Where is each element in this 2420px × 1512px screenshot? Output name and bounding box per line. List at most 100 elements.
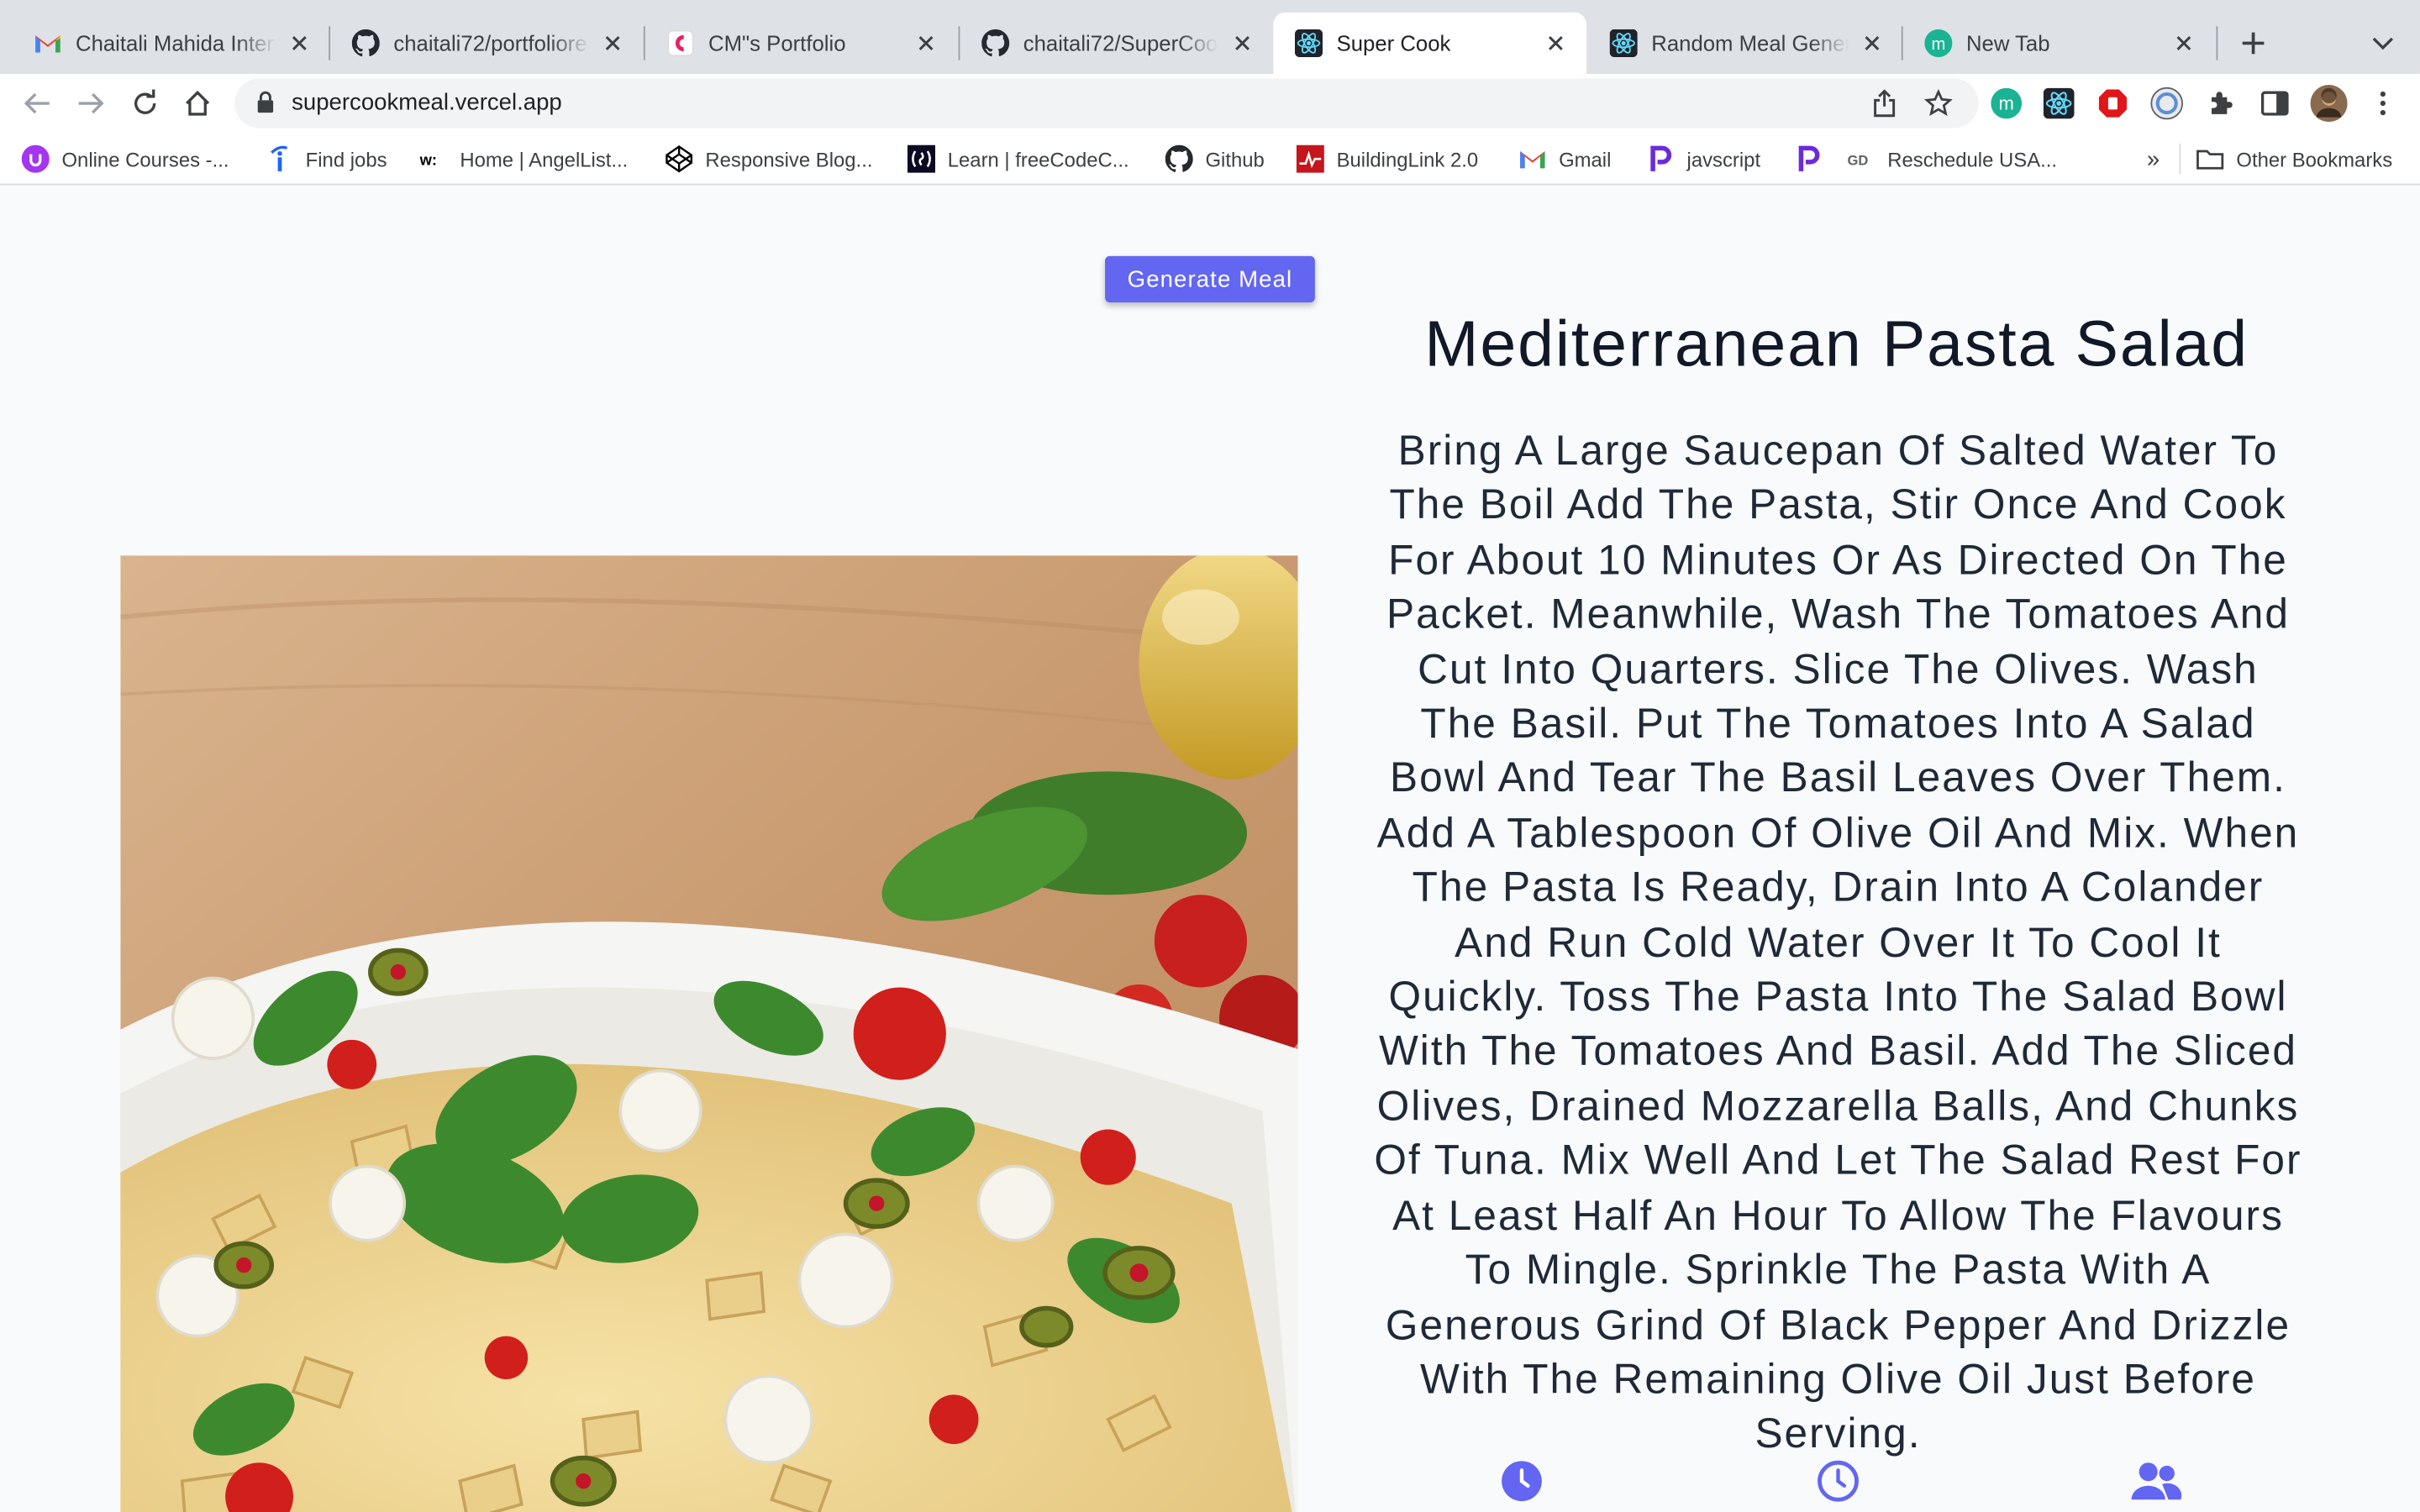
bookmarks-bar: Online Courses -... Find jobs w: Home | … bbox=[0, 132, 2420, 186]
extension-circle-icon[interactable] bbox=[2147, 83, 2187, 123]
reload-button[interactable] bbox=[124, 81, 166, 124]
react-icon bbox=[1609, 29, 1638, 57]
bookmark-label: Home | AngelList... bbox=[460, 147, 629, 171]
bookmark-online-courses[interactable]: Online Courses -... bbox=[21, 144, 229, 175]
bookmark-gmail[interactable]: Gmail bbox=[1518, 144, 1611, 175]
freecodecamp-icon bbox=[907, 144, 936, 173]
close-icon[interactable] bbox=[1859, 28, 1885, 59]
clock-filled-icon bbox=[1500, 1460, 1546, 1506]
tab-title: chaitali72/SuperCook bbox=[1023, 30, 1218, 56]
close-icon[interactable] bbox=[286, 28, 312, 59]
tab-gmail-interview[interactable]: Chaitali Mahida Interview bbox=[13, 13, 328, 74]
gmail-icon bbox=[1518, 145, 1546, 173]
p-icon bbox=[1795, 145, 1823, 173]
address-bar[interactable]: supercookmeal.vercel.app bbox=[234, 78, 1979, 129]
meal-title: Mediterranean Pasta Salad bbox=[1424, 307, 2249, 380]
bookmark-buildinglink[interactable]: BuildingLink 2.0 bbox=[1296, 144, 1479, 175]
tab-title: Super Cook bbox=[1336, 30, 1451, 56]
tab-new-tab[interactable]: m New Tab bbox=[1903, 13, 2215, 74]
tab-portfolio[interactable]: CM"s Portfolio bbox=[645, 13, 957, 74]
bookmark-label: javscript bbox=[1686, 147, 1761, 171]
meal-image bbox=[120, 555, 1298, 1512]
puzzle-icon[interactable] bbox=[2201, 83, 2241, 123]
bookmark-reschedule[interactable]: GD Reschedule USA... bbox=[1848, 144, 2058, 175]
users-icon bbox=[2130, 1460, 2182, 1506]
bookmark-label: Online Courses -... bbox=[61, 147, 229, 171]
tab-title: Chaitali Mahida Interview bbox=[75, 30, 276, 56]
meal-instructions: Bring A Large Saucepan Of Salted Water T… bbox=[1374, 427, 2302, 1457]
bookmark-freecodecamp[interactable]: Learn | freeCodeC... bbox=[907, 144, 1129, 175]
close-icon[interactable] bbox=[2169, 28, 2200, 59]
tab-github-portfolioreact[interactable]: chaitali72/portfolioreact bbox=[330, 13, 642, 74]
menu-dots-icon[interactable] bbox=[2363, 83, 2403, 123]
indeed-icon bbox=[266, 145, 293, 173]
codepen-icon bbox=[666, 145, 693, 173]
reload-icon bbox=[134, 89, 156, 114]
adblock-icon[interactable] bbox=[2093, 83, 2133, 123]
bookmark-label: Reschedule USA... bbox=[1887, 147, 2058, 171]
bookmark-label: Learn | freeCodeC... bbox=[947, 147, 1129, 171]
page-content: Generate Meal Mediterranean Pasta Salad … bbox=[0, 186, 2420, 1512]
bookmark-p[interactable] bbox=[1795, 144, 1835, 175]
lock-icon bbox=[256, 91, 275, 122]
close-icon[interactable] bbox=[599, 28, 626, 59]
url-text: supercookmeal.vercel.app bbox=[292, 89, 562, 116]
side-panel-icon[interactable] bbox=[2254, 83, 2295, 123]
m-icon: m bbox=[1924, 29, 1953, 57]
arrow-right-icon bbox=[78, 92, 104, 114]
github-icon bbox=[351, 29, 380, 57]
bookmark-label: Other Bookmarks bbox=[2236, 147, 2393, 171]
portfolio-icon bbox=[666, 29, 694, 57]
tab-title: chaitali72/portfolioreact bbox=[393, 30, 590, 56]
new-tab-button[interactable] bbox=[2232, 22, 2275, 65]
back-button[interactable] bbox=[15, 81, 58, 124]
close-icon[interactable] bbox=[911, 28, 942, 59]
star-icon[interactable] bbox=[1920, 85, 1957, 122]
folder-icon bbox=[2196, 145, 2224, 173]
svg-text:w:: w: bbox=[420, 151, 437, 169]
close-icon[interactable] bbox=[1540, 28, 1571, 59]
bookmark-label: Responsive Blog... bbox=[705, 147, 873, 171]
browser-toolbar: supercookmeal.vercel.app m bbox=[0, 74, 2420, 133]
bookmarks-overflow-button[interactable]: » bbox=[2147, 144, 2160, 175]
home-button[interactable] bbox=[176, 81, 218, 124]
github-icon bbox=[981, 29, 1010, 57]
tab-title: New Tab bbox=[1965, 30, 2050, 56]
tab-super-cook[interactable]: Super Cook bbox=[1273, 12, 1587, 75]
react-devtools-icon[interactable] bbox=[2039, 83, 2079, 123]
bookmark-angellist[interactable]: w: Home | AngelList... bbox=[420, 144, 629, 175]
buildinglink-icon bbox=[1296, 144, 1324, 173]
bookmark-label: BuildingLink 2.0 bbox=[1336, 147, 1479, 171]
p-icon bbox=[1647, 145, 1675, 173]
bookmark-find-jobs[interactable]: Find jobs bbox=[266, 144, 387, 175]
m-extension-icon[interactable]: m bbox=[1986, 83, 2027, 123]
bookmark-label: Find jobs bbox=[305, 147, 387, 171]
bookmark-javscript[interactable]: javscript bbox=[1647, 144, 1760, 175]
github-icon bbox=[1165, 144, 1193, 173]
bookmark-label: Gmail bbox=[1559, 147, 1612, 171]
tab-search-button[interactable] bbox=[2361, 22, 2404, 65]
angellist-icon: w: bbox=[420, 145, 448, 173]
home-icon bbox=[186, 90, 210, 116]
svg-text:m: m bbox=[1999, 92, 2014, 113]
chevron-down-icon bbox=[2372, 36, 2394, 50]
udemy-icon bbox=[21, 144, 50, 173]
tab-title: Random Meal Generator bbox=[1651, 30, 1849, 56]
generate-meal-button[interactable]: Generate Meal bbox=[1105, 255, 1315, 302]
tab-random-meal[interactable]: Random Meal Generator bbox=[1588, 13, 1900, 74]
close-icon[interactable] bbox=[1227, 28, 1256, 59]
tab-strip: Chaitali Mahida Interview chaitali72/por… bbox=[0, 0, 2420, 75]
bookmark-responsive-blog[interactable]: Responsive Blog... bbox=[666, 144, 873, 175]
avatar[interactable] bbox=[2309, 83, 2349, 123]
forward-button[interactable] bbox=[70, 81, 113, 124]
arrow-left-icon bbox=[24, 92, 50, 114]
react-icon bbox=[1294, 29, 1323, 57]
tab-title: CM"s Portfolio bbox=[708, 30, 846, 56]
gd-icon: GD bbox=[1848, 145, 1876, 173]
bookmark-other[interactable]: Other Bookmarks bbox=[2196, 144, 2393, 175]
share-icon[interactable] bbox=[1866, 85, 1903, 122]
bookmark-github[interactable]: Github bbox=[1165, 144, 1265, 175]
svg-text:GD: GD bbox=[1848, 153, 1869, 169]
tab-github-supercook[interactable]: chaitali72/SuperCook bbox=[960, 13, 1271, 74]
gmail-icon bbox=[34, 29, 61, 57]
